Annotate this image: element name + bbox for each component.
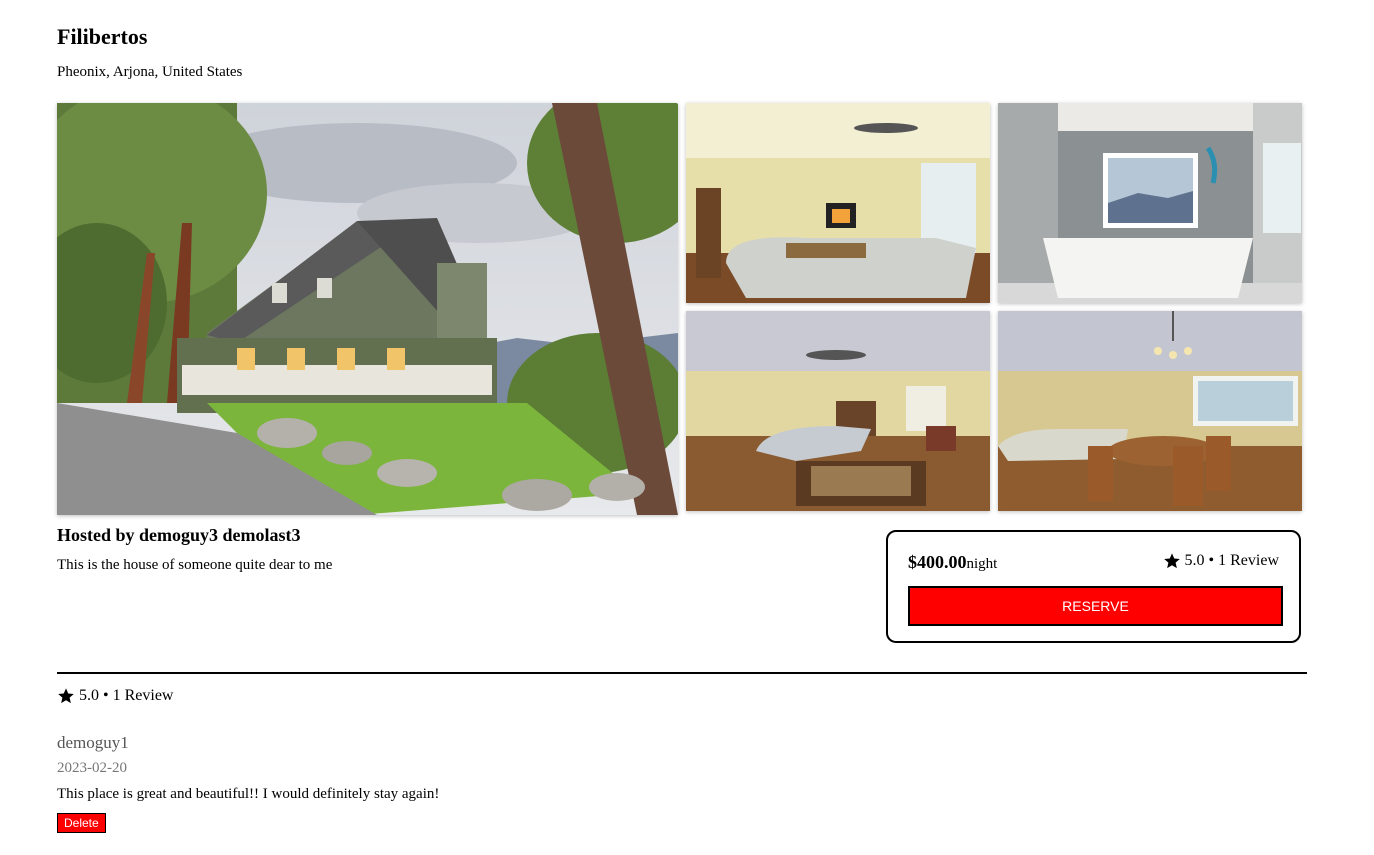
price-unit: night: [966, 556, 998, 572]
star-icon: [58, 688, 74, 704]
bathroom-image: [998, 103, 1302, 303]
star-icon: [1163, 553, 1180, 569]
reserve-button[interactable]: RESERVE: [908, 586, 1283, 626]
booking-rating-text: 5.0 • 1 Review: [1184, 552, 1279, 569]
photo-bathroom[interactable]: [998, 103, 1302, 303]
delete-review-button[interactable]: Delete: [57, 813, 106, 833]
price-row: $400.00night: [908, 552, 997, 573]
photo-open-living-area[interactable]: [686, 311, 990, 511]
main-photo[interactable]: [57, 103, 678, 515]
reviews-summary-text: 5.0 • 1 Review: [79, 687, 174, 704]
open-living-area-image: [686, 311, 990, 511]
listing-location: Pheonix, Arjona, United States: [57, 64, 243, 80]
host-name: Hosted by demoguy3 demolast3: [57, 525, 301, 545]
living-room-image: [686, 103, 990, 303]
booking-card: $400.00night 5.0 • 1 Review RESERVE: [886, 530, 1301, 643]
photo-living-room[interactable]: [686, 103, 990, 303]
house-exterior-image: [57, 103, 678, 515]
review-date: 2023-02-20: [57, 760, 127, 776]
listing-title: Filibertos: [57, 24, 148, 49]
photo-dining-room[interactable]: [998, 311, 1302, 511]
review-text: This place is great and beautiful!! I wo…: [57, 786, 440, 802]
reviews-summary: 5.0 • 1 Review: [57, 687, 173, 705]
price: $400.00: [908, 552, 967, 572]
dining-room-image: [998, 311, 1302, 511]
review-author: demoguy1: [57, 733, 129, 752]
listing-page: Filibertos Pheonix, Arjona, United State…: [0, 0, 1374, 855]
booking-rating[interactable]: 5.0 • 1 Review: [1163, 552, 1279, 570]
listing-description: This is the house of someone quite dear …: [57, 557, 333, 573]
section-divider: [57, 672, 1307, 674]
